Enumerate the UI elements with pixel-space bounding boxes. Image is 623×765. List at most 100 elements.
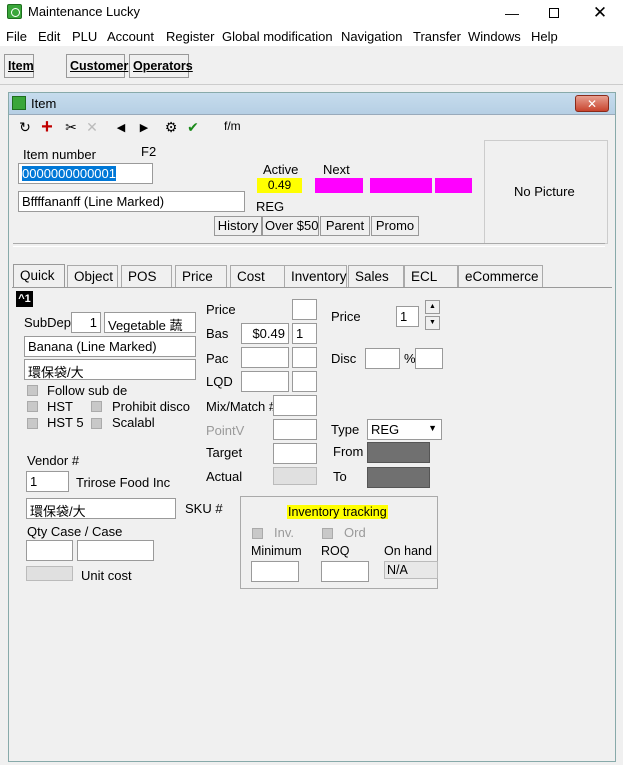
next-price-slot-1	[315, 178, 363, 193]
tab-inventory[interactable]: Inventory	[284, 265, 347, 287]
description-2-field[interactable]: 環保袋/大	[24, 359, 196, 380]
tab-object[interactable]: Object	[67, 265, 118, 287]
on-hand-label: On hand	[384, 544, 432, 558]
on-hand-value: N/A	[384, 561, 438, 579]
header-separator	[13, 243, 605, 247]
menu-navigation[interactable]: Navigation	[341, 29, 402, 44]
pac-price-field[interactable]	[241, 347, 289, 368]
prohibit-discount-checkbox[interactable]	[91, 401, 102, 412]
menu-global-modification[interactable]: Global modification	[222, 29, 333, 44]
tab-price[interactable]: Price	[175, 265, 227, 287]
bas-price-field[interactable]: $0.49	[241, 323, 289, 344]
pointv-field[interactable]	[273, 419, 317, 440]
actual-label: Actual	[206, 469, 243, 484]
previous-icon[interactable]: ◀	[113, 119, 129, 135]
tab-ecommerce[interactable]: eCommerce	[458, 265, 543, 287]
menu-transfer[interactable]: Transfer	[413, 29, 461, 44]
inventory-checkbox-label: Inv.	[274, 525, 294, 540]
mixmatch-field[interactable]	[273, 395, 317, 416]
tab-cost[interactable]: Cost	[230, 265, 285, 287]
follow-sub-checkbox[interactable]	[27, 385, 38, 396]
history-button[interactable]: History	[214, 216, 262, 236]
case-field[interactable]	[77, 540, 154, 561]
pointv-label: PointV	[206, 423, 245, 438]
price-header-field[interactable]	[292, 299, 317, 320]
tab-sales[interactable]: Sales	[348, 265, 404, 287]
menu-edit[interactable]: Edit	[38, 29, 60, 44]
add-icon[interactable]: +	[39, 116, 55, 138]
type-select[interactable]: REG ▼	[367, 419, 442, 440]
bas-qty-field[interactable]: 1	[292, 323, 317, 344]
item-window: Item ✕ ↻ + ✂ ✕ ◀ ▶ ⚙ ✔ f/m Item number F…	[8, 92, 616, 762]
tab-ecl[interactable]: ECL	[404, 265, 458, 287]
scalable-checkbox[interactable]	[91, 418, 102, 429]
picture-frame[interactable]: No Picture	[484, 140, 608, 244]
target-field[interactable]	[273, 443, 317, 464]
module-tabs: Item Customer Operators	[0, 50, 623, 80]
parent-button[interactable]: Parent	[320, 216, 370, 236]
item-description-field[interactable]: Bffffananff (Line Marked)	[18, 191, 245, 212]
menu-help[interactable]: Help	[531, 29, 558, 44]
tab-pos[interactable]: POS	[121, 265, 172, 287]
module-tab-operators[interactable]: Operators	[129, 54, 193, 78]
close-icon[interactable]: ✕	[580, 0, 620, 26]
menu-file[interactable]: File	[6, 29, 27, 44]
next-icon[interactable]: ▶	[136, 119, 152, 135]
disc-percent-field[interactable]	[415, 348, 443, 369]
item-number-field[interactable]: 0000000000001	[18, 163, 153, 184]
price-qty-field[interactable]: 1	[396, 306, 419, 327]
refresh-icon[interactable]: ↻	[17, 119, 33, 135]
minimum-field[interactable]	[251, 561, 299, 582]
delete-icon[interactable]: ✕	[84, 119, 100, 135]
lqd-label: LQD	[206, 374, 233, 389]
vendor-description-field[interactable]: 環保袋/大	[26, 498, 176, 519]
order-checkbox[interactable]	[322, 528, 333, 539]
maximize-icon[interactable]	[534, 0, 574, 26]
pac-qty-field[interactable]	[292, 347, 317, 368]
roq-field[interactable]	[321, 561, 369, 582]
tab-quick[interactable]: Quick	[13, 264, 65, 288]
subdep-field[interactable]: 1	[71, 312, 101, 333]
menu-windows[interactable]: Windows	[468, 29, 521, 44]
hst-checkbox[interactable]	[27, 401, 38, 412]
price-qty-down-icon[interactable]: ▼	[425, 316, 440, 330]
menu-plu[interactable]: PLU	[72, 29, 97, 44]
item-window-title: Item	[31, 96, 57, 111]
lqd-qty-field[interactable]	[292, 371, 317, 392]
qty-case-field[interactable]	[26, 540, 73, 561]
tools-icon[interactable]: ⚙	[163, 119, 179, 135]
unit-cost-value	[26, 566, 73, 581]
minimize-icon[interactable]: —	[492, 0, 532, 26]
disc-label: Disc	[331, 351, 357, 366]
next-price-slot-2	[370, 178, 432, 193]
over-50-button[interactable]: Over $50	[262, 216, 319, 236]
hst5-label: HST 5	[47, 415, 83, 430]
module-tab-item[interactable]: Item	[4, 54, 34, 78]
vendor-number-field[interactable]: 1	[26, 471, 69, 492]
lqd-price-field[interactable]	[241, 371, 289, 392]
from-label: From	[333, 444, 364, 459]
cut-icon[interactable]: ✂	[63, 119, 79, 135]
hst5-checkbox[interactable]	[27, 418, 38, 429]
from-date-field[interactable]	[367, 442, 430, 463]
type-label: Type	[331, 422, 360, 437]
to-label: To	[333, 469, 347, 484]
bas-label: Bas	[206, 326, 229, 341]
disc-field[interactable]	[365, 348, 400, 369]
check-icon[interactable]: ✔	[185, 119, 201, 135]
mixmatch-label: Mix/Match #	[206, 399, 274, 414]
price-qty-up-icon[interactable]: ▲	[425, 300, 440, 314]
item-number-value: 0000000000001	[22, 166, 116, 181]
item-window-close-icon[interactable]: ✕	[575, 95, 609, 112]
qty-case-label: Qty Case / Case	[27, 524, 123, 539]
module-tab-customer[interactable]: Customer	[66, 54, 128, 78]
minimum-label: Minimum	[251, 544, 302, 558]
menu-account[interactable]: Account	[107, 29, 154, 44]
next-price-slot-3	[435, 178, 472, 193]
order-checkbox-label: Ord	[344, 525, 366, 540]
menu-register[interactable]: Register	[166, 29, 214, 44]
promo-button[interactable]: Promo	[371, 216, 419, 236]
inventory-checkbox[interactable]	[252, 528, 263, 539]
description-1-field[interactable]: Banana (Line Marked)	[24, 336, 196, 357]
to-date-field[interactable]	[367, 467, 430, 488]
